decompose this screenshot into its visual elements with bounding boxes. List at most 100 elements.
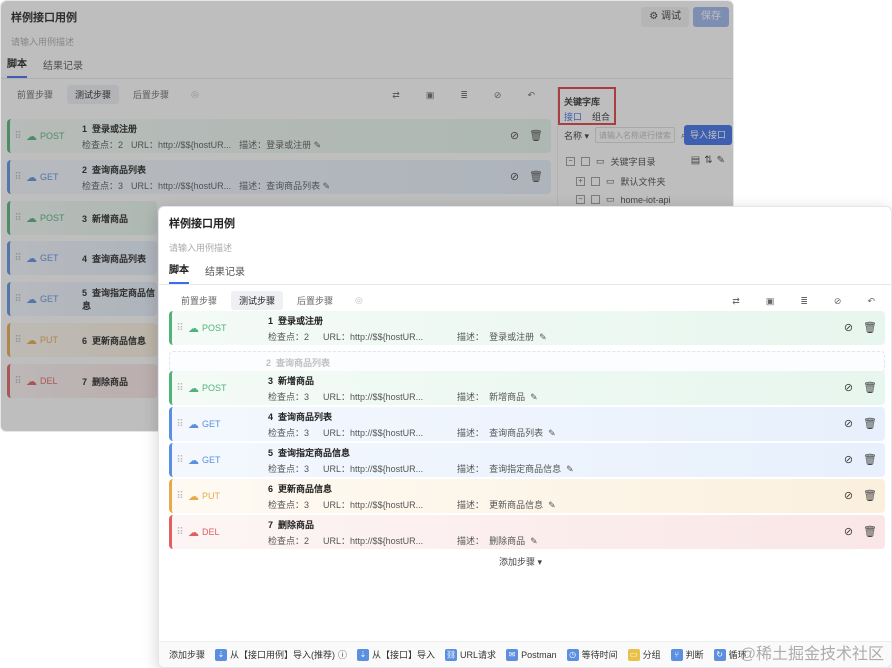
drag-handle-icon[interactable]: ⠿ — [172, 455, 188, 466]
tab-pre-steps[interactable]: 前置步骤 — [173, 291, 225, 310]
edit-icon[interactable]: ✎ — [548, 500, 556, 510]
cloud-icon: ☁ — [26, 252, 37, 265]
add-step-dropdown[interactable]: 添加步骤 ▾ — [499, 555, 542, 568]
step-row[interactable]: ⠿ ☁ PUT 6 更新商品信息 检查点：3 URL：http://$${hostU… — [169, 479, 885, 513]
edit-icon[interactable]: ✎ — [548, 428, 556, 438]
drag-handle-icon[interactable]: ⠿ — [172, 527, 188, 538]
drag-handle-icon[interactable]: ⠿ — [172, 323, 188, 334]
checkbox[interactable] — [581, 157, 590, 166]
help-icon: ◎ — [191, 88, 199, 99]
tab-post-steps[interactable]: 后置步骤 — [125, 85, 177, 104]
drag-handle-icon[interactable]: ⠿ — [10, 213, 26, 224]
trash-icon[interactable]: 🗑 — [863, 489, 877, 502]
library-tab-api[interactable]: 接口 — [564, 110, 582, 123]
search-input[interactable]: 请输入名称进行搜索 — [595, 127, 676, 143]
tab-results[interactable]: 结果记录 — [43, 57, 83, 78]
library-title: 关键字库 — [564, 97, 601, 107]
step-row[interactable]: ⠿ ☁ POST 3 新增商品 — [7, 201, 157, 235]
swap-icon[interactable]: ⇄ — [724, 293, 748, 310]
branch-icon: ⑂ — [670, 648, 683, 661]
undo-icon[interactable]: ↶ — [519, 87, 543, 104]
add-folder-icon[interactable]: ▤ — [691, 155, 700, 166]
filter-select[interactable]: 名称 ▾ — [564, 129, 589, 142]
step-row[interactable]: ⠿ ☁ DEL 7 删除商品 检查点：2 URL：http://$${hostUR.… — [169, 515, 885, 549]
cloud-icon: ☁ — [188, 418, 199, 431]
import-from-api-button[interactable]: ⇣ 从【接口】导入 — [357, 648, 435, 661]
drag-handle-icon[interactable]: ⠿ — [10, 131, 26, 142]
drag-handle-icon[interactable]: ⠿ — [10, 376, 26, 387]
disable-icon[interactable]: ⊘ — [486, 87, 510, 104]
tab-pre-steps[interactable]: 前置步骤 — [9, 85, 61, 104]
tree-item[interactable]: + ▭ 默认文件夹 — [576, 175, 666, 188]
disable-icon[interactable]: ⊘ — [510, 170, 519, 183]
edit-icon[interactable]: ✎ — [717, 155, 725, 166]
trash-icon[interactable]: 🗑 — [863, 381, 877, 394]
format-icon[interactable]: ≣ — [792, 293, 816, 310]
step-row[interactable]: ⠿ ☁ PUT 6 更新商品信息 — [7, 323, 157, 357]
step-row[interactable]: ⠿ ☁ POST 1 登录或注册 检查点：2 URL：http://$${hostU… — [169, 311, 885, 345]
edit-icon[interactable]: ✎ — [566, 464, 574, 474]
drag-handle-icon[interactable]: ⠿ — [172, 383, 188, 394]
variable-icon[interactable]: ▣ — [418, 87, 443, 104]
step-row[interactable]: ⠿ ☁ GET 2 查询商品列表 检查点：3 URL：http://$${hostU… — [7, 160, 551, 194]
tab-script[interactable]: 脚本 — [169, 261, 189, 284]
tree-sort-icon[interactable]: ⇅ — [704, 155, 712, 166]
step-row[interactable]: ⠿ ☁ POST 3 新增商品 检查点：3 URL：http://$${hostUR… — [169, 371, 885, 405]
format-icon[interactable]: ≣ — [452, 87, 476, 104]
disable-icon[interactable]: ⊘ — [844, 489, 853, 502]
drag-handle-icon[interactable]: ⠿ — [10, 253, 26, 264]
tree-item[interactable]: − ▭ home-iot-api — [576, 194, 671, 205]
step-row[interactable]: ⠿ ☁ GET 5 查询指定商品信息 检查点：3 URL：http://$${hos… — [169, 443, 885, 477]
trash-icon[interactable]: 🗑 — [529, 170, 543, 183]
import-from-case-button[interactable]: ⇣ 从【接口用例】导入(推荐) ⓘ — [215, 648, 347, 661]
swap-icon[interactable]: ⇄ — [384, 87, 408, 104]
drag-handle-icon[interactable]: ⠿ — [10, 172, 26, 183]
disable-icon[interactable]: ⊘ — [826, 293, 850, 310]
trash-icon[interactable]: 🗑 — [863, 525, 877, 538]
step-row[interactable]: ⠿ ☁ GET 5 查询指定商品信息 — [7, 282, 157, 316]
drag-handle-icon[interactable]: ⠿ — [10, 335, 26, 346]
save-button[interactable]: 保存 — [693, 7, 729, 27]
tab-results[interactable]: 结果记录 — [205, 263, 245, 284]
disable-icon[interactable]: ⊘ — [844, 525, 853, 538]
group-button[interactable]: ▭ 分组 — [627, 648, 661, 661]
library-tab-combo[interactable]: 组合 — [592, 110, 610, 123]
trash-icon[interactable]: 🗑 — [529, 129, 543, 142]
edit-icon[interactable]: ✎ — [530, 392, 538, 402]
trash-icon[interactable]: 🗑 — [863, 321, 877, 334]
tab-test-steps[interactable]: 测试步骤 — [231, 290, 284, 310]
variable-icon[interactable]: ▣ — [758, 293, 783, 310]
checkbox[interactable] — [591, 177, 600, 186]
step-row[interactable]: ⠿ ☁ GET 4 查询商品列表 — [7, 241, 157, 275]
edit-icon[interactable]: ✎ — [530, 536, 538, 546]
import-api-button[interactable]: 导入接口 — [684, 125, 733, 145]
disable-icon[interactable]: ⊘ — [844, 321, 853, 334]
condition-button[interactable]: ⑂ 判断 — [670, 648, 704, 661]
step-row[interactable]: ⠿ ☁ DEL 7 删除商品 — [7, 364, 157, 398]
checkbox[interactable] — [591, 195, 600, 204]
step-row[interactable]: ⠿ ☁ GET 4 查询商品列表 检查点：3 URL：http://$${hostU… — [169, 407, 885, 441]
drag-handle-icon[interactable]: ⠿ — [172, 491, 188, 502]
step-row[interactable]: ⠿ ☁ POST 1 登录或注册 检查点：2 URL：http://$${hostU… — [7, 119, 551, 153]
disable-icon[interactable]: ⊘ — [844, 453, 853, 466]
tree-item[interactable]: − ▭ 关键字目录 — [566, 155, 656, 168]
cloud-icon: ☁ — [188, 526, 199, 539]
edit-icon[interactable]: ✎ — [539, 332, 547, 342]
bottom-label: 添加步骤 — [169, 650, 206, 660]
url-request-button[interactable]: ⛓ URL请求 — [445, 648, 496, 661]
undo-icon[interactable]: ↶ — [859, 293, 883, 310]
trash-icon[interactable]: 🗑 — [863, 453, 877, 466]
drag-handle-icon[interactable]: ⠿ — [10, 294, 26, 305]
trash-icon[interactable]: 🗑 — [863, 417, 877, 430]
tab-script[interactable]: 脚本 — [7, 55, 27, 78]
postman-button[interactable]: ✉ Postman — [506, 648, 557, 661]
disable-icon[interactable]: ⊘ — [844, 381, 853, 394]
disable-icon[interactable]: ⊘ — [844, 417, 853, 430]
tab-test-steps[interactable]: 测试步骤 — [67, 84, 120, 104]
wait-time-button[interactable]: ◷ 等待时间 — [566, 648, 618, 661]
debug-button[interactable]: ⚙ 调试 — [641, 7, 689, 27]
cloud-icon: ☁ — [26, 212, 37, 225]
tab-post-steps[interactable]: 后置步骤 — [289, 291, 341, 310]
drag-handle-icon[interactable]: ⠿ — [172, 419, 188, 430]
disable-icon[interactable]: ⊘ — [510, 129, 519, 142]
